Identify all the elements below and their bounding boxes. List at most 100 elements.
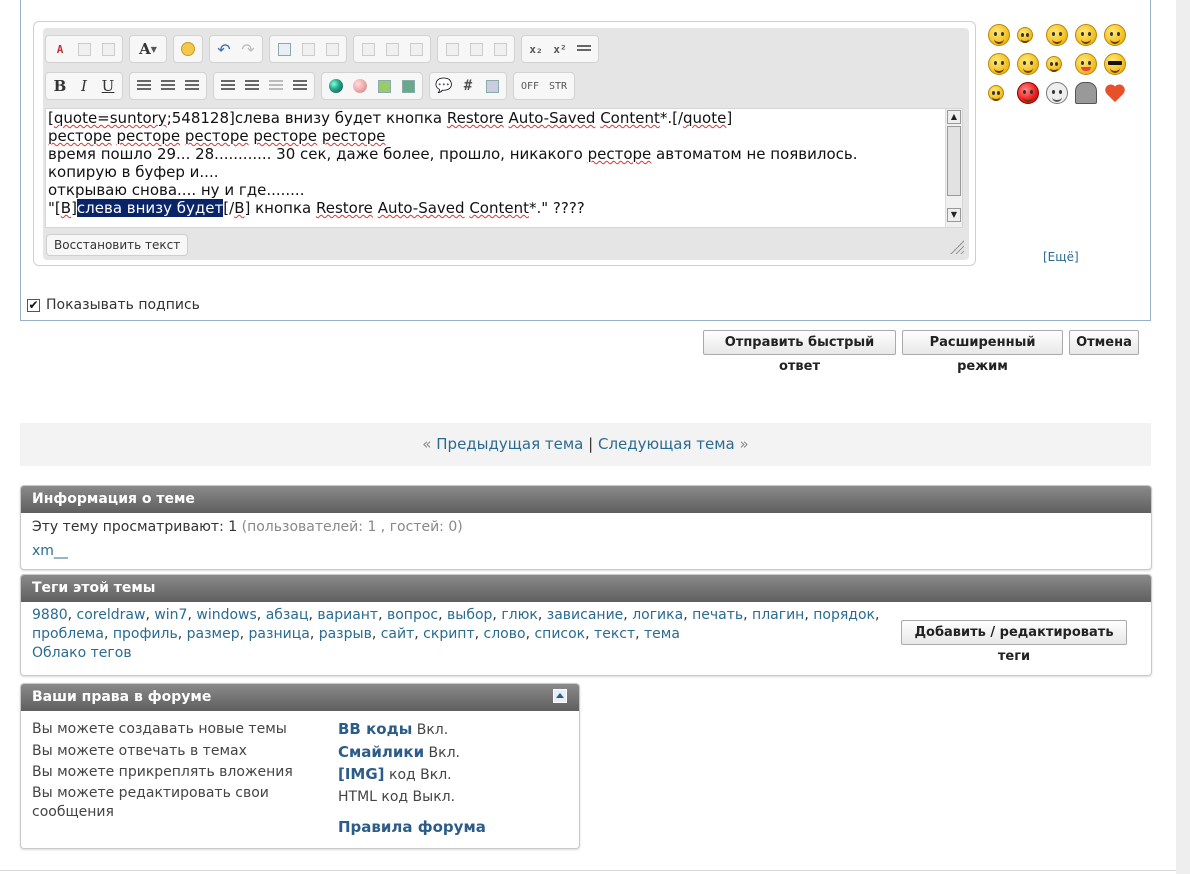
textarea-scrollbar[interactable]: ▲ ▼: [945, 109, 962, 227]
paste-button[interactable]: [97, 39, 119, 59]
smilie-happy-icon[interactable]: [988, 53, 1010, 75]
advanced-mode-button[interactable]: Расширенный режим: [902, 330, 1063, 374]
delete-col-button[interactable]: [489, 39, 511, 59]
smilie-rip-icon[interactable]: [1075, 82, 1097, 104]
insert-col-after-button[interactable]: [465, 39, 487, 59]
viewing-user-link[interactable]: xm__: [32, 542, 68, 561]
hash-button[interactable]: #: [457, 76, 479, 96]
forum-rules-link[interactable]: Правила форума: [338, 818, 486, 836]
tag-link[interactable]: профиль: [113, 626, 178, 642]
insert-video-button[interactable]: [397, 76, 419, 96]
insert-row-after-button[interactable]: [381, 39, 403, 59]
tag-cloud-link[interactable]: Облако тегов: [32, 645, 132, 661]
smilie-wink-icon[interactable]: [1046, 56, 1062, 72]
align-center-button[interactable]: [157, 76, 179, 96]
align-left-button[interactable]: [133, 76, 155, 96]
insert-col-before-button[interactable]: [441, 39, 463, 59]
smilie-heart-icon[interactable]: [1104, 82, 1126, 104]
scroll-thumb[interactable]: [947, 126, 961, 196]
tag-link[interactable]: размер: [187, 626, 240, 642]
restore-text-button[interactable]: Восстановить текст: [46, 234, 189, 256]
smilie-confused-icon[interactable]: [1075, 24, 1097, 46]
scroll-up-icon[interactable]: ▲: [947, 110, 961, 124]
php-button[interactable]: [481, 76, 503, 96]
tag-link[interactable]: выбор: [447, 607, 492, 623]
delete-table-button[interactable]: [321, 39, 343, 59]
tag-link[interactable]: зависание: [547, 607, 624, 623]
img-code-link[interactable]: [IMG]: [338, 765, 385, 783]
tag-link[interactable]: тема: [644, 626, 680, 642]
tag-link[interactable]: разница: [249, 626, 310, 642]
tag-link[interactable]: глюк: [501, 607, 538, 623]
tag-link[interactable]: текст: [594, 626, 635, 642]
off-button[interactable]: OFF: [517, 76, 543, 96]
insert-link-button[interactable]: [325, 76, 347, 96]
remove-format-button[interactable]: A: [49, 39, 71, 59]
undo-button[interactable]: ↶: [213, 39, 235, 59]
smilie-cool-icon[interactable]: [1104, 53, 1126, 75]
smilie-tongue-icon[interactable]: [1075, 53, 1097, 75]
smilie-angel-icon[interactable]: [988, 24, 1010, 46]
tag-link[interactable]: абзац: [266, 607, 309, 623]
indent-button[interactable]: [289, 76, 311, 96]
tag-link[interactable]: слово: [484, 626, 526, 642]
message-textarea[interactable]: [quote=suntory;548128]слева внизу будет …: [45, 108, 963, 228]
tag-link[interactable]: сайт: [381, 626, 415, 642]
resize-grip-icon[interactable]: [950, 240, 964, 254]
edit-tags-button[interactable]: Добавить / редактировать теги: [901, 620, 1127, 664]
underline-button[interactable]: U: [97, 76, 119, 96]
tag-link[interactable]: 9880: [32, 607, 68, 623]
font-button[interactable]: A ▼: [133, 39, 163, 59]
superscript-button[interactable]: x²: [549, 39, 571, 59]
smilie-mad-icon[interactable]: [1017, 82, 1039, 104]
horizontal-rule-button[interactable]: [573, 39, 595, 59]
tag-link[interactable]: печать: [692, 607, 743, 623]
tag-link[interactable]: плагин: [752, 607, 804, 623]
bb-codes-link[interactable]: BB коды: [338, 720, 412, 738]
unordered-list-button[interactable]: [241, 76, 263, 96]
smilie-grin-icon[interactable]: [988, 85, 1004, 101]
copy-button[interactable]: [73, 39, 95, 59]
prev-thread-link[interactable]: Предыдущая тема: [436, 435, 583, 453]
ordered-list-button[interactable]: [217, 76, 239, 96]
collapse-icon[interactable]: [553, 689, 567, 703]
tag-link[interactable]: список: [534, 626, 585, 642]
smilie-shocked-icon[interactable]: [1046, 24, 1068, 46]
delete-row-button[interactable]: [405, 39, 427, 59]
remove-link-button[interactable]: [349, 76, 371, 96]
insert-image-button[interactable]: [373, 76, 395, 96]
strike-button[interactable]: STR: [545, 76, 571, 96]
tag-link[interactable]: разрыв: [319, 626, 372, 642]
cancel-button[interactable]: Отмена: [1069, 330, 1139, 355]
italic-button[interactable]: I: [73, 76, 95, 96]
align-right-button[interactable]: [181, 76, 203, 96]
bold-button[interactable]: B: [49, 76, 71, 96]
smilie-talk-icon[interactable]: [1017, 27, 1033, 43]
insert-row-before-button[interactable]: [357, 39, 379, 59]
tag-link[interactable]: windows: [196, 607, 256, 623]
tag-link[interactable]: вариант: [317, 607, 378, 623]
more-smilies-link[interactable]: [Ещё]: [1043, 250, 1079, 264]
table-button[interactable]: [273, 39, 295, 59]
tag-link[interactable]: win7: [154, 607, 187, 623]
outdent-button[interactable]: [265, 76, 287, 96]
tag-link[interactable]: coreldraw: [77, 607, 146, 623]
tag-link[interactable]: скрипт: [423, 626, 474, 642]
show-signature-checkbox[interactable]: ✔: [27, 298, 40, 312]
insert-smilie-button[interactable]: [177, 39, 199, 59]
tag-link[interactable]: порядок: [813, 607, 875, 623]
smilie-skull-icon[interactable]: [1046, 82, 1068, 104]
quote-button[interactable]: 💬: [433, 76, 455, 96]
next-thread-link[interactable]: Следующая тема: [598, 435, 735, 453]
tag-link[interactable]: вопрос: [387, 607, 438, 623]
smilies-link[interactable]: Смайлики: [338, 743, 424, 761]
redo-button[interactable]: ↷: [237, 39, 259, 59]
scroll-down-icon[interactable]: ▼: [947, 208, 961, 222]
subscript-button[interactable]: x₂: [525, 39, 547, 59]
quick-reply-button[interactable]: Отправить быстрый ответ: [703, 330, 896, 374]
smilie-smile-icon[interactable]: [1104, 24, 1126, 46]
tag-link[interactable]: проблема: [32, 626, 104, 642]
tag-link[interactable]: логика: [632, 607, 683, 623]
smilie-think-icon[interactable]: [1017, 53, 1039, 75]
table-props-button[interactable]: [297, 39, 319, 59]
